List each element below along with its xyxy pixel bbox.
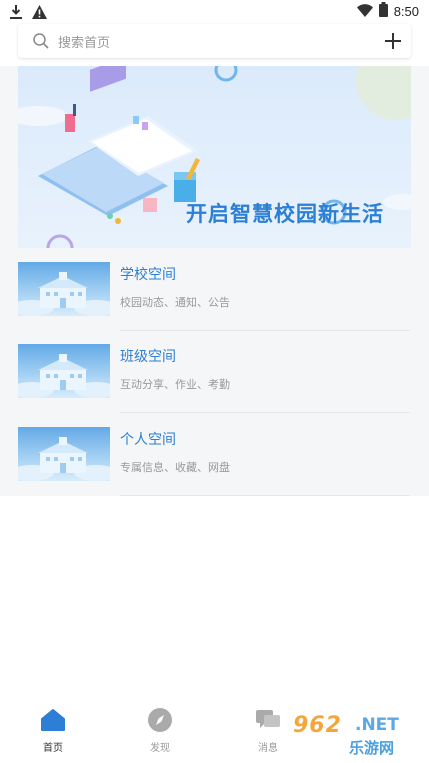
list-item-school-space[interactable]: 学校空间 校园动态、通知、公告 [18, 262, 411, 331]
banner-title: 开启智慧校园新生活 [186, 202, 384, 226]
warning-icon [32, 4, 47, 23]
tab-label: 首页 [43, 743, 63, 754]
add-button[interactable] [381, 29, 405, 53]
divider [120, 412, 410, 413]
list-item-desc: 互动分享、作业、考勤 [120, 378, 230, 391]
list-item-title: 学校空间 [120, 267, 176, 283]
watermark-number: 962 [293, 713, 342, 738]
divider [120, 330, 410, 331]
home-icon [40, 707, 66, 733]
list-item-personal-space[interactable]: 个人空间 专属信息、收藏、网盘 [18, 427, 411, 496]
watermark-net: .NET [355, 715, 399, 735]
school-thumbnail [18, 262, 110, 316]
list-item-title: 班级空间 [120, 349, 176, 365]
download-icon [10, 4, 22, 23]
status-time: 8:50 [393, 4, 419, 19]
tab-label: 发现 [150, 743, 170, 754]
divider [120, 495, 410, 496]
school-building-image [18, 354, 110, 398]
search-icon [32, 32, 50, 50]
school-building-image [18, 272, 110, 316]
list-item-desc: 专属信息、收藏、网盘 [120, 461, 230, 474]
search-input[interactable]: 搜索首页 [58, 32, 110, 51]
plus-icon [385, 33, 401, 49]
list-item-desc: 校园动态、通知、公告 [120, 296, 230, 309]
school-building-image [18, 437, 110, 481]
tab-home[interactable]: 首页 [18, 707, 88, 759]
battery-icon [378, 2, 388, 21]
tab-discover[interactable]: 发现 [125, 707, 195, 759]
banner[interactable]: 开启智慧校园新生活 [18, 66, 411, 248]
personal-thumbnail [18, 427, 110, 481]
class-thumbnail [18, 344, 110, 398]
watermark-logo: 962 .NET 乐游网 [289, 713, 422, 757]
wifi-icon [356, 2, 373, 21]
watermark-site-name: 乐游网 [349, 739, 395, 757]
compass-icon [147, 707, 173, 733]
list-item-title: 个人空间 [120, 432, 176, 448]
list-item-class-space[interactable]: 班级空间 互动分享、作业、考勤 [18, 344, 411, 413]
message-icon [255, 707, 281, 733]
status-bar: 8:50 [0, 0, 429, 24]
search-bar[interactable]: 搜索首页 [18, 24, 411, 58]
